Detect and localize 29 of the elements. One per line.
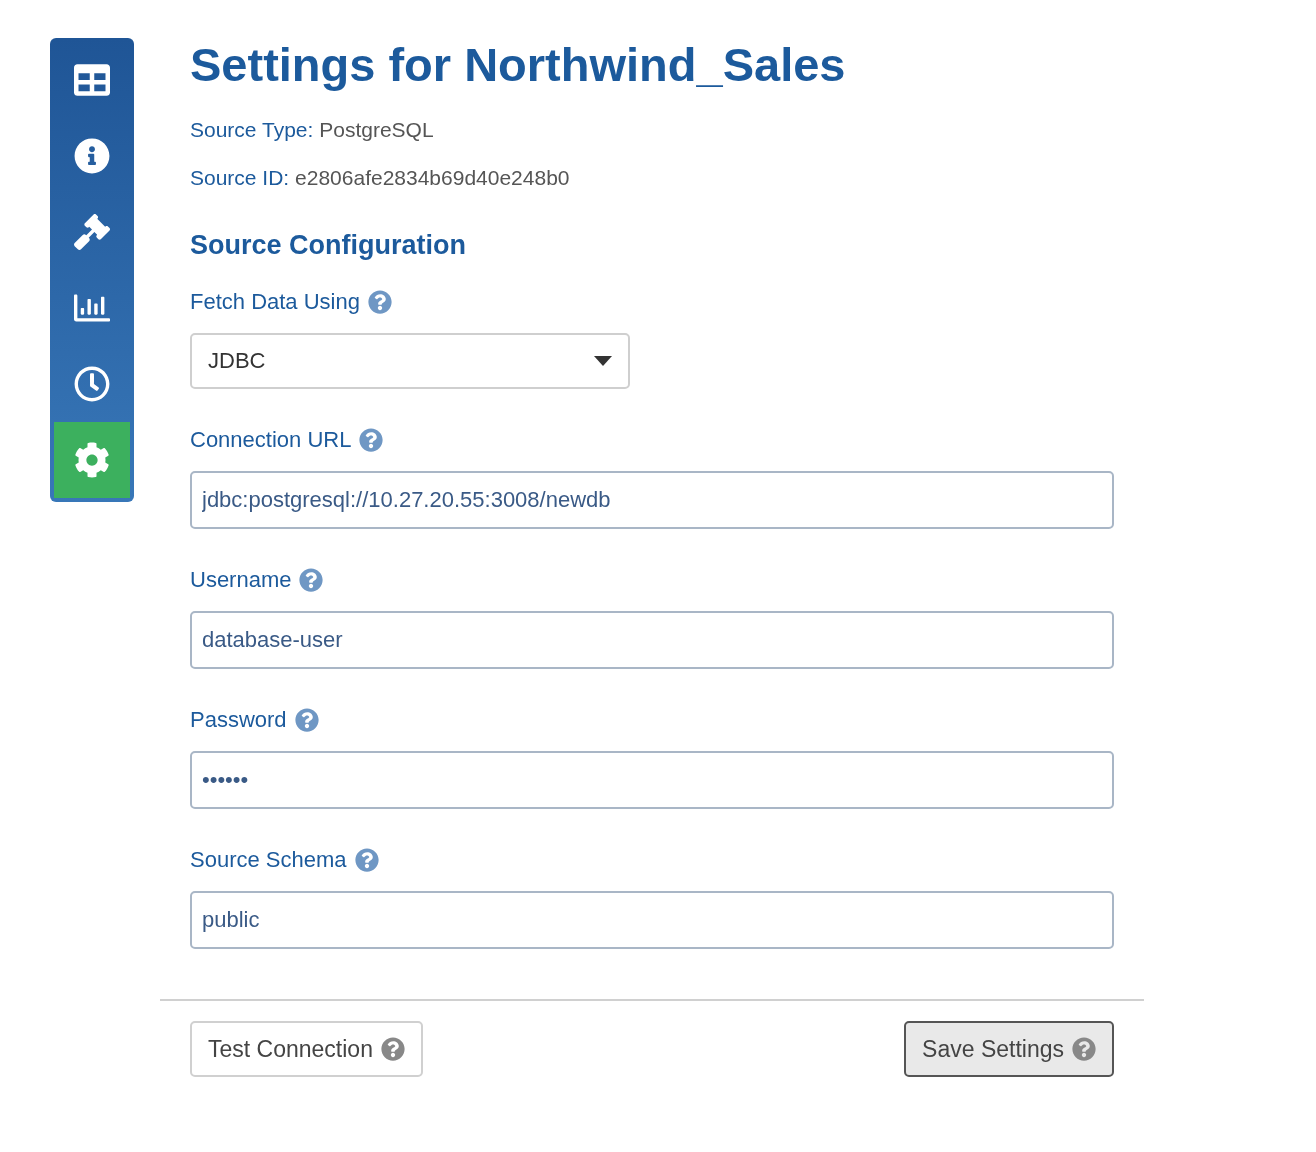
test-button[interactable]: Test Connection (190, 1021, 423, 1077)
field-label: Fetch Data Using (190, 289, 360, 315)
help-icon[interactable] (294, 708, 319, 732)
help-icon (1072, 1037, 1096, 1061)
settings-icon (74, 442, 110, 478)
table-icon (74, 62, 110, 98)
input-field[interactable]: public (190, 891, 1114, 949)
section-title: Source Configuration (190, 230, 467, 261)
help-icon[interactable] (354, 848, 379, 872)
field-label: Password (190, 707, 287, 733)
source-info: Source ID: e2806afe2834b69d40e248b0 (190, 166, 571, 190)
page-title: Settings for Northwind_Sales (190, 38, 847, 92)
input-field[interactable]: database-user (190, 611, 1114, 669)
input-field[interactable]: •••••• (190, 751, 1114, 809)
save-button[interactable]: Save Settings (904, 1021, 1114, 1077)
field-label: Username (190, 567, 292, 593)
help-icon[interactable] (299, 568, 324, 592)
source-info: Source Type: PostgreSQL (190, 118, 435, 142)
field-label: Connection URL (190, 427, 352, 453)
field-label: Source Schema (190, 847, 347, 873)
info-icon (74, 138, 110, 174)
help-icon[interactable] (359, 428, 384, 452)
gavel-icon (74, 214, 110, 250)
help-icon[interactable] (367, 290, 392, 314)
clock-icon (74, 366, 110, 402)
help-icon (380, 1037, 405, 1061)
dropdown[interactable]: JDBC (190, 333, 630, 389)
caret-icon (594, 356, 612, 366)
input-field[interactable]: jdbc:postgresql://10.27.20.55:3008/newdb (190, 471, 1114, 529)
